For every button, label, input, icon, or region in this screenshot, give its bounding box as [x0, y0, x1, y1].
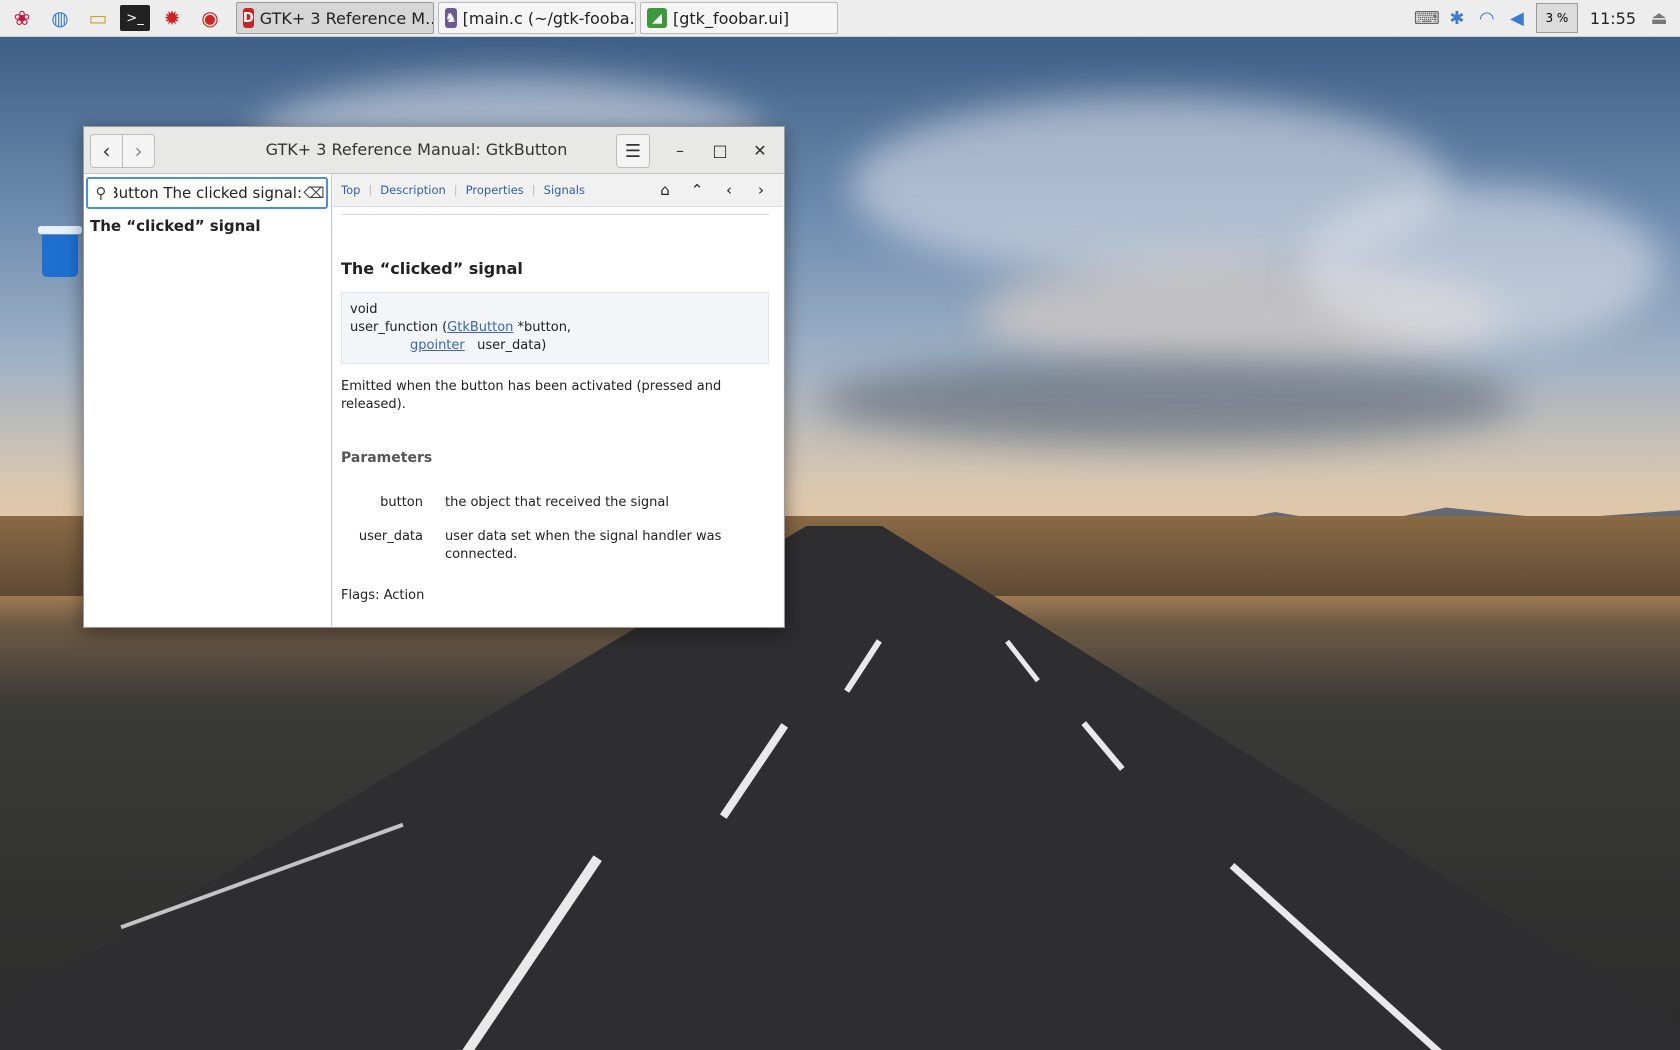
close-icon: ✕ [753, 140, 767, 160]
glade-icon: ◢ [647, 8, 667, 28]
minimize-button[interactable]: – [664, 134, 696, 166]
nav-link-signals[interactable]: Signals [536, 183, 593, 197]
search-icon: ⚲ [95, 184, 107, 202]
geany-icon: ♞ [445, 8, 457, 28]
cpu-monitor[interactable]: 3 % [1535, 3, 1578, 33]
prev-page-icon[interactable]: ‹ [713, 181, 745, 199]
page-nav-icons: ⌂ ⌃ ‹ › [649, 174, 777, 206]
clock[interactable]: 11:55 [1590, 9, 1636, 28]
code-param1: *button, [513, 320, 572, 335]
param-desc: user data set when the signal handler wa… [445, 529, 722, 562]
param-name: button [380, 495, 423, 510]
signal-description: Emitted when the button has been activat… [341, 379, 722, 412]
signal-flags: Flags: Action [341, 588, 425, 603]
system-tray: ⌨ ✱ ◠ ◀ 3 % 11:55 ⏏ [1412, 0, 1680, 36]
doc-body: The “clicked” signal void user_function … [341, 214, 769, 603]
minimize-icon: – [676, 140, 684, 160]
history-nav: ‹ › [90, 134, 155, 168]
volume-icon[interactable]: ◀ [1502, 8, 1532, 29]
maximize-icon: □ [712, 140, 728, 160]
search-input[interactable] [114, 184, 302, 202]
gpointer-type-link[interactable]: gpointer [410, 338, 465, 353]
eject-icon[interactable]: ⏏ [1644, 8, 1674, 29]
sidebar: ⚲ ⌫ The “clicked” signal [84, 174, 332, 626]
param-name: user_data [358, 529, 423, 544]
back-button[interactable]: ‹ [91, 135, 122, 167]
table-row: button the object that received the sign… [341, 494, 769, 528]
clear-search-icon[interactable]: ⌫ [302, 184, 326, 202]
doc-view: Top | Description | Properties | Signals ⌂ … [333, 174, 783, 626]
menu-button[interactable]: ☰ [616, 134, 650, 168]
task-label: [gtk_foobar.ui] [673, 8, 790, 28]
trash-desktop-icon[interactable] [36, 226, 84, 278]
hamburger-icon: ☰ [624, 140, 642, 162]
chevron-right-icon: › [134, 139, 143, 163]
devhelp-window: ‹ › GTK+ 3 Reference Manual: GtkButton ☰… [83, 126, 785, 628]
chevron-left-icon: ‹ [102, 139, 111, 163]
signal-heading: The “clicked” signal [341, 259, 523, 278]
code-function: user_function ( [350, 320, 448, 335]
search-result-item[interactable]: The “clicked” signal [90, 217, 261, 235]
param-desc: the object that received the signal [445, 495, 670, 510]
task-label: [main.c (~/gtk-fooba... [462, 8, 636, 28]
parameters-table: button the object that received the sign… [341, 494, 769, 580]
gtkbutton-type-link[interactable]: GtkButton [447, 320, 513, 335]
file-manager-icon[interactable]: ▭ [82, 2, 114, 34]
titlebar: ‹ › GTK+ 3 Reference Manual: GtkButton ☰… [84, 127, 784, 174]
task-geany[interactable]: ♞ [main.c (~/gtk-fooba... [438, 2, 636, 34]
bluetooth-icon[interactable]: ✱ [1442, 8, 1472, 29]
nav-link-top[interactable]: Top [333, 183, 368, 197]
devhelp-icon: D [243, 8, 254, 28]
nav-link-properties[interactable]: Properties [458, 183, 532, 197]
wolfram-icon[interactable]: ◉ [194, 2, 226, 34]
search-box: ⚲ ⌫ [86, 177, 328, 209]
window-title: GTK+ 3 Reference Manual: GtkButton [265, 140, 568, 159]
wifi-icon[interactable]: ◠ [1472, 8, 1502, 29]
table-row: user_data user data set when the signal … [341, 528, 769, 580]
forward-button[interactable]: › [122, 135, 154, 167]
signal-signature: void user_function (GtkButton *button, g… [341, 292, 769, 364]
page-navbar: Top | Description | Properties | Signals ⌂ … [333, 174, 783, 207]
taskbar: ❀ ◍ ▭ >_ ✹ ◉ D GTK+ 3 Reference M... ♞ [… [0, 0, 1680, 37]
keyboard-icon[interactable]: ⌨ [1412, 8, 1442, 29]
mathematica-icon[interactable]: ✹ [156, 2, 188, 34]
home-icon[interactable]: ⌂ [649, 181, 681, 199]
task-devhelp[interactable]: D GTK+ 3 Reference M... [236, 2, 434, 34]
code-param2: user_data) [477, 338, 547, 353]
task-label: GTK+ 3 Reference M... [259, 8, 434, 28]
raspberry-menu-icon[interactable]: ❀ [6, 2, 38, 34]
divider [341, 214, 769, 215]
close-button[interactable]: ✕ [744, 134, 776, 166]
maximize-button[interactable]: □ [704, 134, 736, 166]
code-return-type: void [350, 302, 378, 317]
web-browser-icon[interactable]: ◍ [44, 2, 76, 34]
parameters-heading: Parameters [341, 450, 433, 466]
nav-link-description[interactable]: Description [372, 183, 454, 197]
task-glade[interactable]: ◢ [gtk_foobar.ui] [640, 2, 838, 34]
terminal-icon[interactable]: >_ [120, 5, 150, 31]
up-icon[interactable]: ⌃ [681, 181, 713, 199]
next-page-icon[interactable]: › [745, 181, 777, 199]
